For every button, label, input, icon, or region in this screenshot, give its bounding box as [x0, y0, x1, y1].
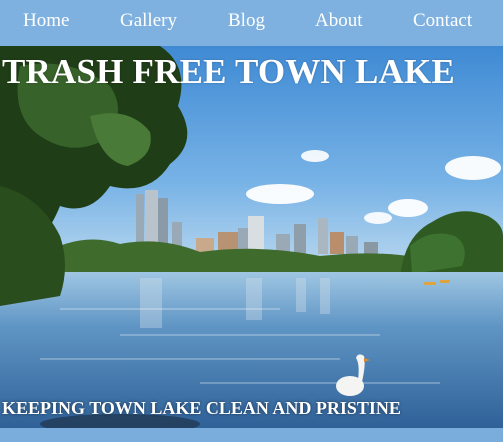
nav-link-blog[interactable]: Blog: [228, 10, 265, 32]
nav-link-about[interactable]: About: [315, 10, 363, 32]
hero-title: TRASH FREE TOWN LAKE: [2, 52, 455, 91]
nav-link-home[interactable]: Home: [23, 10, 69, 32]
town-lake-skyline-photo: [0, 46, 503, 428]
nav-link-contact[interactable]: Contact: [413, 10, 472, 32]
top-navigation-bar: Home Gallery Blog About Contact: [0, 0, 503, 46]
nav-link-gallery[interactable]: Gallery: [120, 10, 177, 32]
hero-banner: TRASH FREE TOWN LAKE KEEPING TOWN LAKE C…: [0, 46, 503, 428]
bottom-band: [0, 428, 503, 442]
hero-subtitle: KEEPING TOWN LAKE CLEAN AND PRISTINE: [2, 398, 401, 418]
